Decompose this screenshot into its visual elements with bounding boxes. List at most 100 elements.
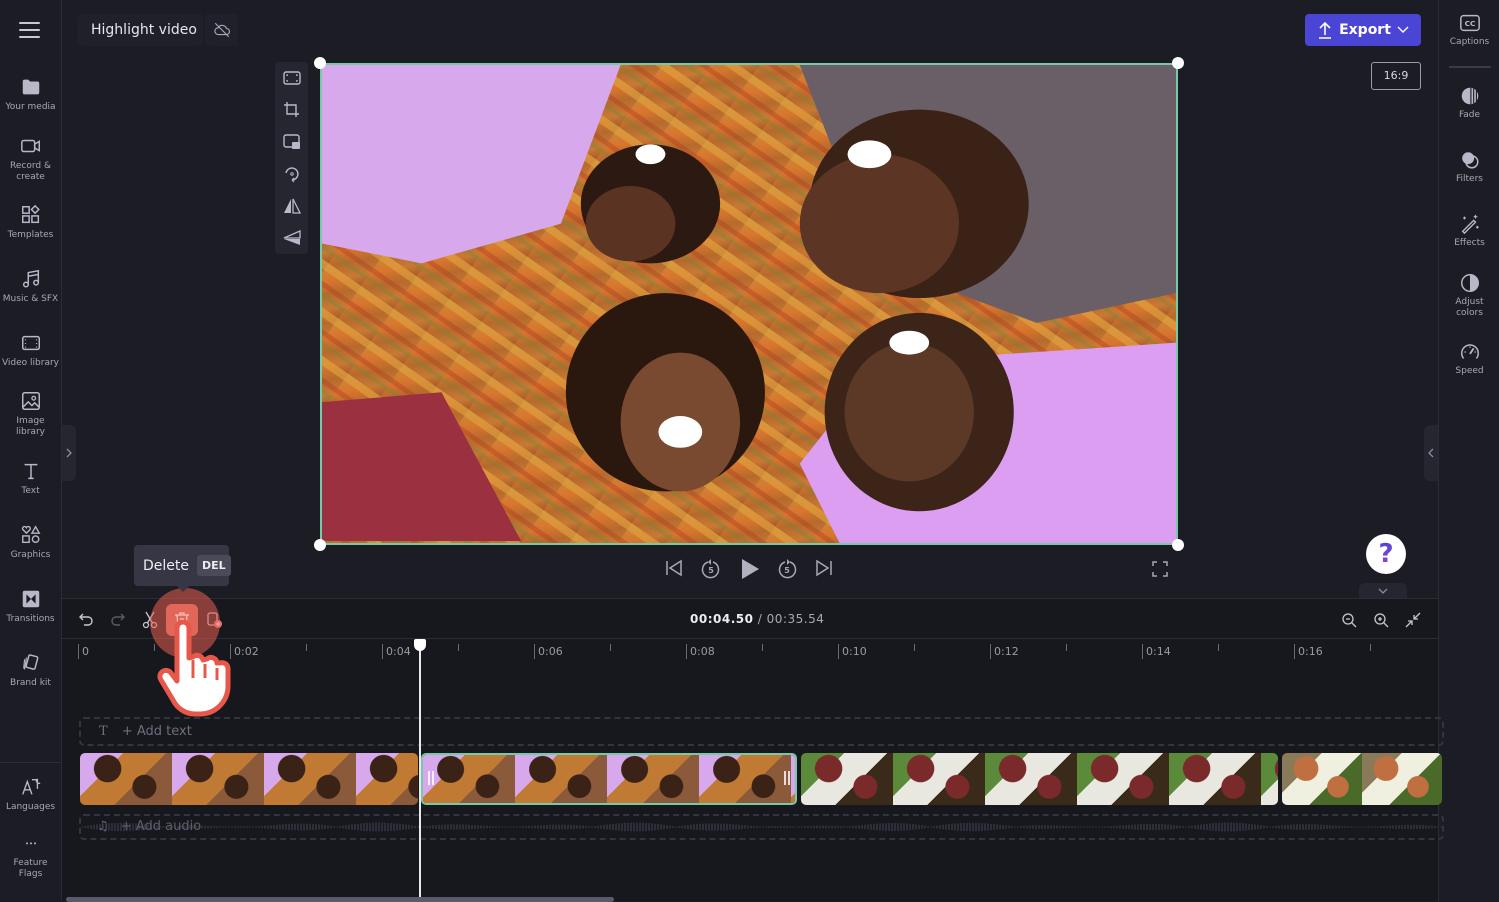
timeline-clip[interactable] xyxy=(80,753,418,805)
resize-handle-top-right[interactable] xyxy=(1172,57,1184,69)
waveform-bar xyxy=(1134,824,1136,830)
sidebar-item-templates[interactable]: Templates xyxy=(0,204,61,241)
waveform-bar xyxy=(861,825,863,829)
waveform-bar xyxy=(939,825,941,829)
waveform-bar xyxy=(1320,824,1322,830)
waveform-bar xyxy=(531,825,533,829)
rotate-button[interactable] xyxy=(281,163,302,184)
flip-vertical-button[interactable] xyxy=(281,227,302,248)
sidebar-item-captions[interactable]: CC Captions xyxy=(1439,12,1499,48)
sidebar-item-your-media[interactable]: Your media xyxy=(0,76,61,113)
hamburger-menu-icon[interactable] xyxy=(19,22,40,38)
collapse-timeline-button[interactable] xyxy=(1359,583,1407,598)
sidebar-item-video-library[interactable]: Video library xyxy=(0,332,61,369)
rewind-5-button[interactable]: 5 xyxy=(700,558,722,580)
waveform-bar xyxy=(927,826,929,828)
clip-trim-handle-left[interactable] xyxy=(428,771,434,785)
resize-handle-top-left[interactable] xyxy=(314,57,326,69)
waveform-bar xyxy=(117,822,119,832)
waveform-bar xyxy=(630,822,632,832)
add-text-label: + Add text xyxy=(121,724,192,739)
sidebar-item-label: Music & SFX xyxy=(2,294,59,304)
waveform-bar xyxy=(933,826,935,828)
forward-5-button[interactable]: 5 xyxy=(776,558,798,580)
cloud-sync-button[interactable] xyxy=(205,14,238,46)
undo-button[interactable] xyxy=(75,609,97,631)
waveform-bar xyxy=(1278,825,1280,829)
help-button[interactable]: ? xyxy=(1366,534,1406,574)
clip-trim-handle-right[interactable] xyxy=(784,771,790,785)
zoom-out-button[interactable] xyxy=(1338,609,1360,631)
crop-button[interactable] xyxy=(281,99,302,120)
waveform-bar xyxy=(1374,826,1376,828)
sidebar-item-adjust-colors[interactable]: Adjust colors xyxy=(1439,272,1499,319)
expand-left-panel-button[interactable] xyxy=(62,425,76,481)
resize-handle-bottom-left[interactable] xyxy=(314,539,326,551)
waveform-bar xyxy=(651,823,653,831)
video-camera-icon xyxy=(20,139,40,153)
redo-icon xyxy=(111,613,125,626)
transitions-icon xyxy=(22,590,39,608)
waveform-bar xyxy=(855,825,857,829)
add-audio-track[interactable]: ♫ + Add audio xyxy=(79,814,1444,840)
flip-horizontal-button[interactable] xyxy=(281,195,302,216)
waveform-bar xyxy=(1212,823,1214,831)
timeline-scrollbar[interactable] xyxy=(66,897,614,902)
ruler-tick-label: 0:06 xyxy=(538,645,563,658)
playhead[interactable] xyxy=(419,640,421,902)
sidebar-item-transitions[interactable]: Transitions xyxy=(0,588,61,625)
sidebar-item-feature-flags[interactable]: Feature Flags xyxy=(0,838,61,880)
waveform-bar xyxy=(1191,825,1193,829)
waveform-bar xyxy=(1326,825,1328,829)
waveform-bar xyxy=(585,825,587,829)
video-preview[interactable] xyxy=(320,63,1178,545)
sidebar-item-graphics[interactable]: Graphics xyxy=(0,524,61,561)
timeline-clip[interactable] xyxy=(1282,753,1442,805)
waveform-bar xyxy=(477,825,479,829)
sidebar-item-fade[interactable]: Fade xyxy=(1439,85,1499,121)
waveform-bar xyxy=(225,826,227,828)
expand-right-panel-button[interactable] xyxy=(1424,425,1438,481)
sidebar-item-text[interactable]: Text xyxy=(0,460,61,497)
fullscreen-button[interactable] xyxy=(1152,561,1168,577)
sidebar-item-filters[interactable]: Filters xyxy=(1439,149,1499,185)
sidebar-item-speed[interactable]: Speed xyxy=(1439,341,1499,377)
sidebar-item-languages[interactable]: Languages xyxy=(0,776,61,813)
waveform-bar xyxy=(732,824,734,830)
sidebar-item-effects[interactable]: Effects xyxy=(1439,213,1499,249)
sidebar-item-record-create[interactable]: Record & create xyxy=(0,135,61,183)
ruler-tick-major xyxy=(686,644,687,659)
timeline-ruler[interactable]: 0 0:02 0:04 0:06 0:08 0:10 0:12 0:14 0:16 xyxy=(62,640,1438,666)
waveform-bar xyxy=(756,826,758,828)
skip-to-start-button[interactable] xyxy=(664,558,684,578)
waveform-bar xyxy=(627,822,629,832)
waveform-bar xyxy=(1056,825,1058,829)
fit-timeline-button[interactable] xyxy=(1402,609,1424,631)
sidebar-item-image-library[interactable]: Image library xyxy=(0,390,61,438)
add-text-track[interactable]: T + Add text xyxy=(79,717,1444,746)
fade-icon xyxy=(1461,87,1478,105)
waveform-bar xyxy=(285,824,287,830)
waveform-bar xyxy=(276,824,278,830)
waveform-bar xyxy=(675,826,677,828)
redo-button[interactable] xyxy=(107,609,129,631)
sidebar-item-music-sfx[interactable]: Music & SFX xyxy=(0,268,61,305)
play-button[interactable] xyxy=(740,558,760,580)
waveform-bar xyxy=(369,822,371,832)
sidebar-item-label: Image xyxy=(16,416,45,426)
resize-handle-bottom-right[interactable] xyxy=(1172,539,1184,551)
skip-to-end-button[interactable] xyxy=(814,558,834,578)
timeline-clip-selected[interactable] xyxy=(421,753,797,805)
project-title-input[interactable]: Highlight video xyxy=(78,14,203,46)
waveform-bar xyxy=(1260,825,1262,829)
waveform-bar xyxy=(750,825,752,829)
waveform-bar xyxy=(1167,824,1169,830)
aspect-ratio-button[interactable]: 16:9 xyxy=(1371,62,1421,90)
sidebar-item-brand-kit[interactable]: Brand kit xyxy=(0,652,61,689)
export-button[interactable]: Export xyxy=(1305,14,1421,46)
fit-button[interactable] xyxy=(281,67,302,88)
pip-button[interactable] xyxy=(281,131,302,152)
playhead-handle[interactable] xyxy=(414,639,426,651)
zoom-in-button[interactable] xyxy=(1370,609,1392,631)
timeline-clip[interactable] xyxy=(801,753,1278,805)
